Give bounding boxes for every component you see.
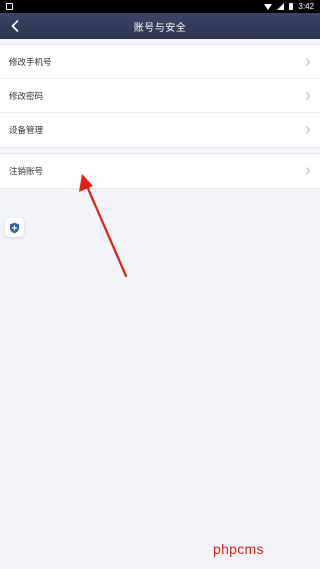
menu-item-change-password[interactable]: 修改密码 [0,79,320,113]
page-title: 账号与安全 [133,22,187,34]
status-time: 3:42 [298,2,314,11]
chevron-left-icon [11,20,19,32]
wifi-icon [264,3,273,10]
chevron-right-icon [306,91,311,100]
shield-plus-icon [10,222,19,233]
app-notification-icon [6,3,13,10]
battery-icon [289,3,294,10]
chevron-right-icon [306,57,311,66]
menu-item-cancel-account[interactable]: 注销账号 [0,154,320,188]
watermark: phpcms [213,541,264,557]
account-cancel-section: 注销账号 [0,153,320,189]
cell-signal-icon [277,3,285,10]
menu-item-device-management[interactable]: 设备管理 [0,113,320,147]
status-bar: 3:42 [0,0,320,13]
status-left [6,3,13,10]
back-button[interactable] [6,13,24,39]
account-settings-section: 修改手机号 修改密码 设备管理 [0,44,320,148]
chevron-right-icon [306,126,311,134]
menu-item-label: 注销账号 [9,167,44,177]
menu-item-change-phone[interactable]: 修改手机号 [0,45,320,79]
menu-item-label: 修改手机号 [9,57,52,68]
menu-item-label: 修改密码 [9,91,44,102]
menu-item-label: 设备管理 [9,126,44,136]
chevron-right-icon [306,167,311,175]
nav-bar: 账号与安全 [0,13,320,39]
status-right: 3:42 [264,2,314,11]
floating-shield-button[interactable] [5,218,24,237]
